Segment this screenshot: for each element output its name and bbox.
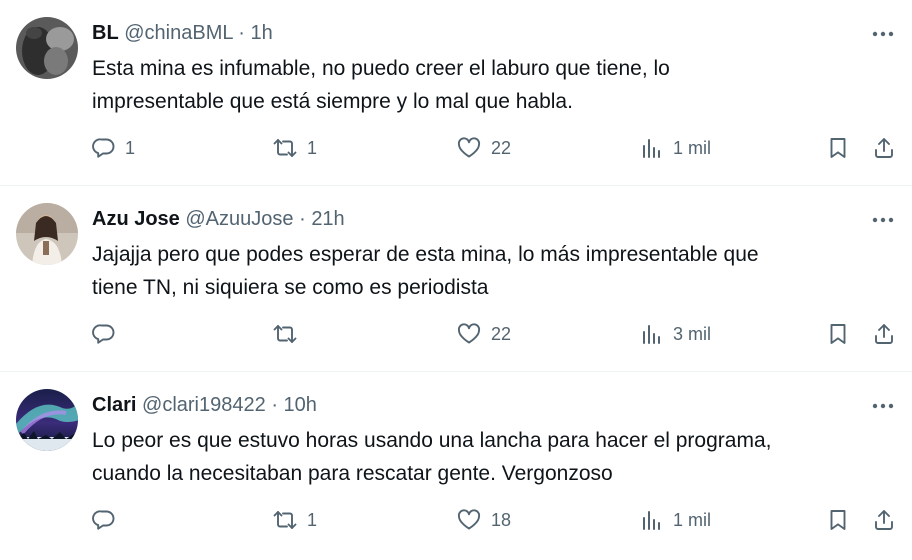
more-icon[interactable] [868,394,898,418]
retweet-icon [273,325,297,343]
more-icon[interactable] [868,22,898,46]
tweet-header: Clari @clari198422 · 10h [92,392,317,418]
tweet[interactable]: Azu Jose @AzuuJose · 21h Jajajja pero qu… [0,186,912,372]
avatar[interactable] [16,17,78,79]
tweet[interactable]: Clari @clari198422 · 10h Lo peor es que … [0,372,912,558]
views-count: 1 mil [673,510,712,530]
retweet-button[interactable] [272,322,307,346]
timestamp[interactable]: 10h [284,394,317,416]
reply-button[interactable] [92,508,125,532]
share-icon [875,324,893,344]
share-button[interactable] [872,322,896,346]
display-name[interactable]: Clari [92,394,136,416]
reply-icon [92,138,115,158]
bookmark-icon [830,510,846,530]
avatar[interactable] [16,203,78,265]
tweet-text: Esta mina es infumable, no puedo creer e… [92,52,882,118]
reply-button[interactable]: 1 [92,136,135,160]
tweet-header: Azu Jose @AzuuJose · 21h [92,206,345,232]
bookmark-button[interactable] [826,322,850,346]
views-button[interactable]: 3 mil [640,322,711,346]
reply-count: 1 [125,138,136,158]
user-handle[interactable]: @clari198422 [142,394,266,416]
tweet[interactable]: BL @chinaBML · 1h Esta mina es infumable… [0,0,912,186]
separator: · [271,394,278,416]
avatar[interactable] [16,389,78,451]
views-button[interactable]: 1 mil [640,508,711,532]
tweet-text-line: Esta mina es infumable, no puedo creer e… [92,57,670,80]
retweet-button[interactable]: 1 [272,136,317,160]
separator: · [238,22,245,44]
bookmark-icon [830,324,846,344]
tweet-text-line: cuando la necesitaban para rescatar gent… [92,462,613,485]
separator: · [299,208,306,230]
like-button[interactable]: 22 [456,136,511,160]
reply-feed: BL @chinaBML · 1h Esta mina es infumable… [0,0,912,558]
timestamp[interactable]: 1h [251,22,273,44]
action-bar: 1 18 1 mil [0,502,912,538]
like-button[interactable]: 18 [456,508,511,532]
more-icon[interactable] [868,208,898,232]
views-icon [643,139,660,158]
reply-icon [92,510,115,530]
share-icon [875,510,893,530]
share-button[interactable] [872,136,896,160]
tweet-text-line: tiene TN, ni siquiera se como es periodi… [92,276,489,299]
tweet-text-line: Jajajja pero que podes esperar de esta m… [92,243,759,266]
display-name[interactable]: BL [92,22,119,44]
user-handle[interactable]: @AzuuJose [185,208,293,230]
views-icon [643,511,660,530]
display-name[interactable]: Azu Jose [92,208,180,230]
tweet-header: BL @chinaBML · 1h [92,20,273,46]
tweet-text: Lo peor es que estuvo horas usando una l… [92,424,882,490]
like-count: 22 [491,138,512,158]
share-icon [875,138,893,158]
bookmark-icon [830,138,846,158]
user-handle[interactable]: @chinaBML [124,22,233,44]
retweet-count: 1 [307,510,318,530]
heart-icon [457,137,481,158]
action-bar: 1 1 22 1 mil [0,130,912,166]
retweet-button[interactable]: 1 [272,508,317,532]
reply-button[interactable] [92,322,125,346]
views-icon [643,325,660,344]
tweet-text: Jajajja pero que podes esperar de esta m… [92,238,882,304]
timestamp[interactable]: 21h [311,208,344,230]
share-button[interactable] [872,508,896,532]
reply-icon [92,324,115,344]
retweet-count: 1 [307,138,318,158]
views-count: 1 mil [673,138,712,158]
like-count: 22 [491,324,512,344]
like-count: 18 [491,510,512,530]
bookmark-button[interactable] [826,508,850,532]
like-button[interactable]: 22 [456,322,511,346]
action-bar: 22 3 mil [0,316,912,352]
views-count: 3 mil [673,324,712,344]
tweet-text-line: Lo peor es que estuvo horas usando una l… [92,429,772,452]
tweet-text-line: impresentable que está siempre y lo mal … [92,90,573,113]
retweet-icon [273,139,297,157]
views-button[interactable]: 1 mil [640,136,711,160]
bookmark-button[interactable] [826,136,850,160]
heart-icon [457,323,481,344]
heart-icon [457,509,481,530]
retweet-icon [273,511,297,529]
